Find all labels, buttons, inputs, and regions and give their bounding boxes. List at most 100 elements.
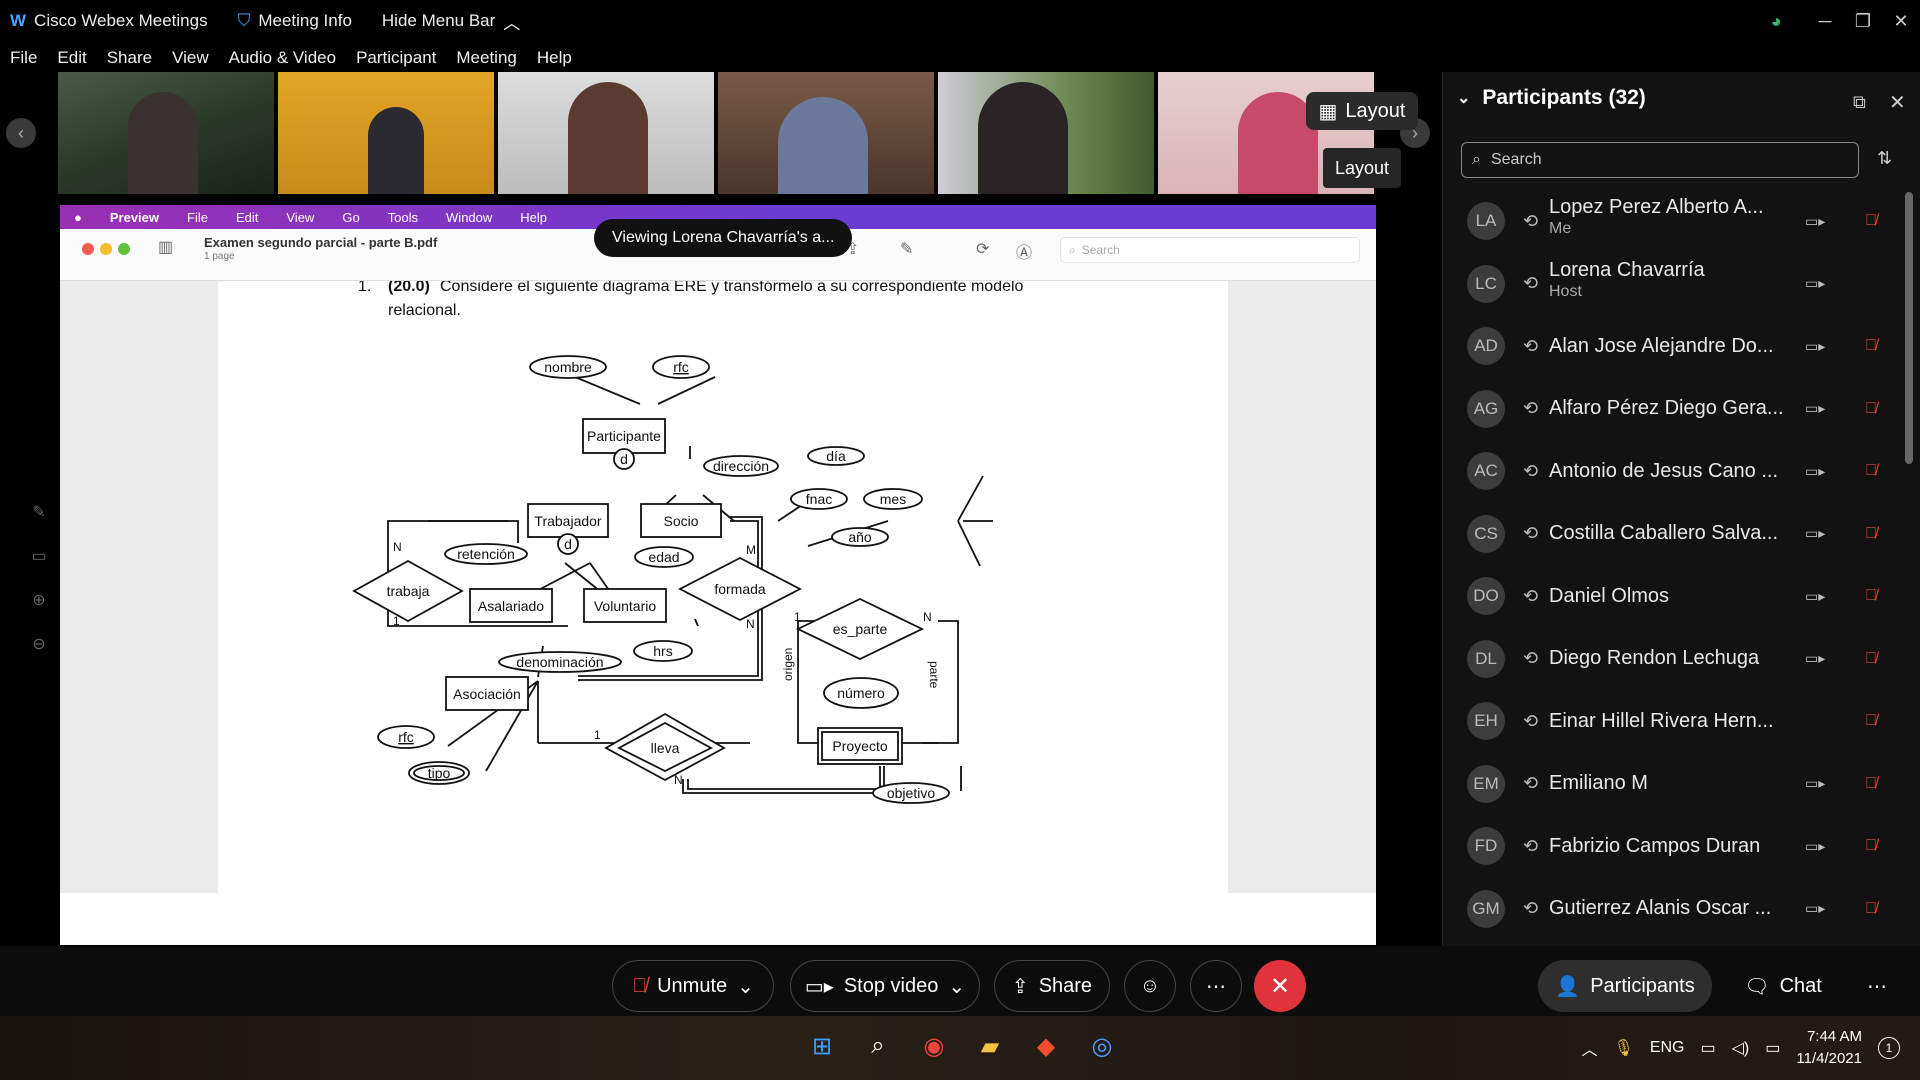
menu-share[interactable]: Share	[107, 48, 152, 68]
menu-file[interactable]: File	[10, 48, 37, 68]
participant-row[interactable]: AC ⟲ Antonio de Jesus Cano ... ▭▸ 🎙̸	[1443, 440, 1903, 503]
participants-title: Participants (32)	[1482, 86, 1646, 109]
end-meeting-button[interactable]: ✕	[1254, 960, 1306, 1012]
participant-row[interactable]: DO ⟲ Daniel Olmos ▭▸ 🎙̸	[1443, 565, 1903, 628]
sync-icon: ⟲	[1523, 460, 1539, 481]
mac-menu-tools: Tools	[387, 209, 419, 225]
mac-minimize-dot	[100, 243, 112, 255]
clock[interactable]: 7:44 AM 11/4/2021	[1796, 1026, 1862, 1070]
battery-icon[interactable]: ▭	[1765, 1038, 1780, 1058]
zoom-in-icon[interactable]: ⊕	[24, 578, 54, 622]
menu-edit[interactable]: Edit	[57, 48, 86, 68]
video-tile[interactable]	[938, 72, 1154, 194]
participant-search-input[interactable]: ⌕ Search	[1461, 142, 1859, 178]
mac-menu-view: View	[286, 209, 315, 225]
attr-tipo: tipo	[428, 765, 451, 781]
microphone-icon[interactable]: 🎙	[1614, 1038, 1634, 1058]
attr-retencion: retención	[457, 546, 515, 562]
webex-logo-icon: W	[10, 11, 27, 30]
unmute-button[interactable]: 🎙̸ Unmute ⌄	[612, 960, 774, 1012]
annotation-tools: ✎ ▭ ⊕ ⊖	[24, 490, 54, 666]
participant-name: Lopez Perez Alberto A...	[1549, 196, 1764, 218]
panel-more-button[interactable]: ⋯	[1852, 960, 1902, 1012]
menu-help[interactable]: Help	[537, 48, 572, 68]
muted-mic-icon: 🎙̸	[1865, 524, 1877, 542]
chevron-up-icon[interactable]: ︿	[1581, 1036, 1597, 1060]
menu-audio-video[interactable]: Audio & Video	[229, 48, 336, 68]
menu-participant[interactable]: Participant	[356, 48, 436, 68]
hide-menu-bar-button[interactable]: Hide Menu Bar ︿	[382, 9, 520, 34]
network-stats-icon[interactable]: ◕	[1746, 0, 1806, 42]
file-explorer-icon[interactable]: ▰	[968, 1024, 1012, 1068]
stop-video-button[interactable]: ▭▸ Stop video ⌄	[790, 960, 980, 1012]
mac-menu-edit: Edit	[235, 209, 259, 225]
video-tile[interactable]	[498, 72, 714, 194]
participants-button[interactable]: 👤 Participants	[1538, 960, 1712, 1012]
attr-nombre: nombre	[544, 359, 592, 375]
participant-row[interactable]: FD ⟲ Fabrizio Campos Duran ▭▸ 🎙̸	[1443, 815, 1903, 878]
mac-menu-help: Help	[520, 209, 548, 225]
video-tile[interactable]	[278, 72, 494, 194]
layout-button[interactable]: ▦ Layout	[1306, 92, 1418, 130]
windows-start-icon[interactable]: ⊞	[800, 1024, 844, 1068]
language-indicator[interactable]: ENG	[1650, 1039, 1685, 1057]
chat-button[interactable]: 🗨 Chat	[1728, 960, 1838, 1012]
participant-role: Host	[1549, 282, 1582, 300]
menu-view[interactable]: View	[172, 48, 209, 68]
notifications-badge[interactable]: 1	[1878, 1037, 1900, 1059]
participant-list-scrollbar[interactable]	[1905, 192, 1913, 464]
preview-search-placeholder: Search	[1081, 243, 1120, 257]
participant-row[interactable]: LA ⟲ Lopez Perez Alberto A... Me ▭▸ 🎙̸	[1443, 190, 1903, 253]
sync-icon: ⟲	[1523, 773, 1539, 794]
participant-row[interactable]: AD ⟲ Alan Jose Alejandre Do... ▭▸ 🎙̸	[1443, 315, 1903, 378]
attr-hrs: hrs	[653, 643, 672, 659]
maximize-button[interactable]: ❐	[1844, 0, 1882, 42]
avatar: AC	[1467, 452, 1505, 491]
layout-icon: ▦	[1318, 100, 1338, 123]
participant-row[interactable]: CS ⟲ Costilla Caballero Salva... ▭▸ 🎙̸	[1443, 503, 1903, 566]
menu-meeting[interactable]: Meeting	[456, 48, 516, 68]
smiley-icon: ☺	[1139, 974, 1161, 997]
minimize-button[interactable]: ─	[1806, 0, 1844, 42]
entity-trabajador: Trabajador	[534, 513, 602, 529]
sync-icon: ⟲	[1523, 335, 1539, 356]
muted-mic-icon: 🎙̸	[1865, 587, 1877, 605]
reactions-button[interactable]: ☺	[1124, 960, 1176, 1012]
attr-dia: día	[826, 448, 846, 464]
markup-pen-icon: ✎	[900, 241, 914, 258]
camera-icon: ▭▸	[1805, 400, 1826, 417]
participant-list: LA ⟲ Lopez Perez Alberto A... Me ▭▸ 🎙̸ L…	[1443, 190, 1903, 940]
participant-row[interactable]: EM ⟲ Emiliano M ▭▸ 🎙̸	[1443, 753, 1903, 816]
video-tile[interactable]	[718, 72, 934, 194]
webex-icon[interactable]: ◎	[1080, 1024, 1124, 1068]
sort-icon[interactable]: ⇅	[1877, 148, 1892, 169]
participants-icon: 👤	[1555, 975, 1581, 998]
popout-icon[interactable]: ⧉	[1853, 92, 1866, 113]
close-panel-icon[interactable]: ✕	[1889, 90, 1906, 115]
eraser-icon[interactable]: ▭	[24, 534, 54, 578]
camera-icon: ▭▸	[1805, 650, 1826, 667]
participant-row[interactable]: AG ⟲ Alfaro Pérez Diego Gera... ▭▸ 🎙̸	[1443, 378, 1903, 441]
video-tile[interactable]	[58, 72, 274, 194]
more-options-button[interactable]: ⋯	[1190, 960, 1242, 1012]
share-button[interactable]: ⇪ Share	[994, 960, 1110, 1012]
git-icon[interactable]: ◆	[1024, 1024, 1068, 1068]
close-window-button[interactable]: ✕	[1882, 0, 1920, 42]
participant-row[interactable]: DL ⟲ Diego Rendon Lechuga ▭▸ 🎙̸	[1443, 628, 1903, 691]
search-icon[interactable]: ⌕	[856, 1024, 900, 1068]
meeting-info-button[interactable]: ⛉ Meeting Info	[238, 11, 352, 31]
participant-row[interactable]: LC ⟲ Lorena Chavarría Host ▭▸	[1443, 253, 1903, 316]
network-icon[interactable]: ▭	[1700, 1038, 1715, 1058]
zoom-out-icon[interactable]: ⊖	[24, 622, 54, 666]
chrome-icon[interactable]: ◉	[912, 1024, 956, 1068]
participant-row[interactable]: EH ⟲ Einar Hillel Rivera Hern... 🎙̸	[1443, 690, 1903, 753]
thumbs-prev-button[interactable]: ‹	[6, 118, 36, 148]
participant-row[interactable]: GM ⟲ Gutierrez Alanis Oscar ... ▭▸ 🎙̸	[1443, 878, 1903, 941]
attr-direccion: dirección	[713, 458, 769, 474]
role-parte: parte	[927, 661, 941, 689]
participant-silhouette	[978, 82, 1068, 194]
participants-header[interactable]: ⌄ Participants (32)	[1457, 86, 1646, 110]
volume-icon[interactable]: ◁)	[1732, 1038, 1750, 1058]
sync-icon: ⟲	[1523, 898, 1539, 919]
annotate-pen-icon[interactable]: ✎	[24, 490, 54, 534]
